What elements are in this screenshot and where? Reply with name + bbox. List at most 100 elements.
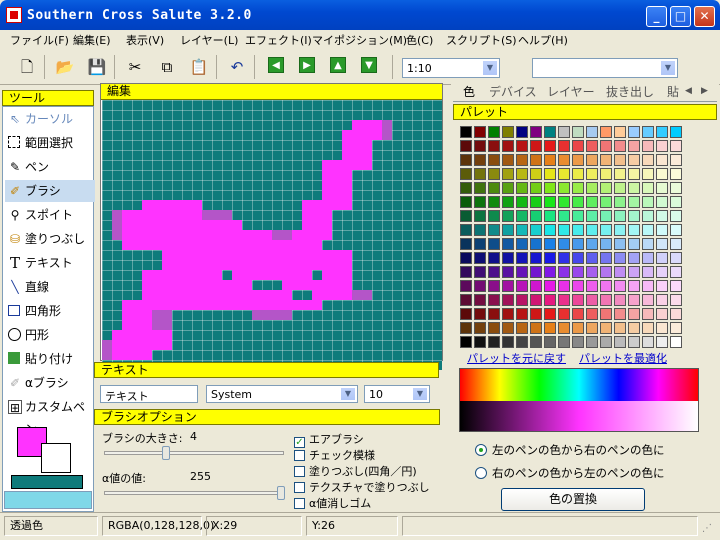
tool-line[interactable]: ╲ 直線	[5, 276, 95, 298]
palette-swatch[interactable]	[558, 182, 570, 194]
palette-swatch[interactable]	[516, 182, 528, 194]
palette-swatch[interactable]	[586, 182, 598, 194]
palette-swatch[interactable]	[600, 252, 612, 264]
palette-swatch[interactable]	[558, 126, 570, 138]
palette-swatch[interactable]	[628, 280, 640, 292]
palette-swatch[interactable]	[670, 238, 682, 250]
palette-swatch[interactable]	[572, 308, 584, 320]
palette-swatch[interactable]	[474, 238, 486, 250]
reset-palette-link[interactable]: パレットを元に戻す	[467, 350, 566, 366]
palette-swatch[interactable]	[516, 140, 528, 152]
palette-swatch[interactable]	[656, 168, 668, 180]
palette-swatch[interactable]	[544, 182, 556, 194]
palette-swatch[interactable]	[558, 336, 570, 348]
arrow-left-icon[interactable]: ◀	[268, 57, 284, 73]
palette-swatch[interactable]	[642, 238, 654, 250]
palette-swatch[interactable]	[544, 238, 556, 250]
palette-swatch[interactable]	[600, 140, 612, 152]
palette-swatch[interactable]	[516, 210, 528, 222]
palette-swatch[interactable]	[572, 336, 584, 348]
palette-swatch[interactable]	[628, 336, 640, 348]
palette-swatch[interactable]	[544, 280, 556, 292]
menu-color[interactable]: 色(C)	[406, 32, 433, 48]
open-folder-icon[interactable]: 📂	[54, 56, 76, 78]
title-bar[interactable]: Southern Cross Salute 3.2.0 _ □ ✕	[0, 0, 720, 30]
palette-swatch[interactable]	[460, 266, 472, 278]
palette-swatch[interactable]	[544, 308, 556, 320]
palette-swatch[interactable]	[474, 224, 486, 236]
palette-swatch[interactable]	[628, 196, 640, 208]
palette-swatch[interactable]	[502, 266, 514, 278]
palette-swatch[interactable]	[488, 126, 500, 138]
paste-icon[interactable]: 📋	[188, 56, 210, 78]
palette-swatch[interactable]	[614, 280, 626, 292]
alpha-slider-track[interactable]	[104, 486, 285, 500]
chevron-down-icon[interactable]: ▼	[340, 387, 356, 401]
palette-swatch[interactable]	[600, 322, 612, 334]
palette-swatch[interactable]	[586, 308, 598, 320]
palette-swatch[interactable]	[530, 196, 542, 208]
menu-edit[interactable]: 編集(E)	[73, 32, 111, 48]
palette-swatch[interactable]	[516, 294, 528, 306]
palette-swatch[interactable]	[628, 294, 640, 306]
palette-swatch[interactable]	[614, 322, 626, 334]
palette-swatch[interactable]	[628, 140, 640, 152]
palette-swatch[interactable]	[488, 154, 500, 166]
palette-swatch[interactable]	[670, 168, 682, 180]
tool-eyedropper[interactable]: ⚲ スポイト	[5, 204, 95, 226]
copy-icon[interactable]: ⧉	[156, 56, 178, 78]
radio-left-to-right[interactable]: 左のペンの色から右のペンの色に	[475, 442, 665, 458]
palette-swatch[interactable]	[600, 294, 612, 306]
palette-swatch[interactable]	[572, 238, 584, 250]
palette-swatch[interactable]	[572, 168, 584, 180]
palette-swatch[interactable]	[656, 182, 668, 194]
palette-swatch[interactable]	[502, 196, 514, 208]
palette-swatch[interactable]	[614, 308, 626, 320]
palette-swatch[interactable]	[642, 252, 654, 264]
palette-swatch[interactable]	[488, 140, 500, 152]
palette-swatch[interactable]	[460, 238, 472, 250]
palette-swatch[interactable]	[460, 182, 472, 194]
tool-pen[interactable]: ✎ ペン	[5, 156, 95, 178]
palette-swatch[interactable]	[628, 168, 640, 180]
palette-swatch[interactable]	[600, 280, 612, 292]
tool-cursor[interactable]: ⇖ カーソル	[5, 108, 95, 130]
palette-swatch[interactable]	[516, 280, 528, 292]
palette-swatch[interactable]	[670, 182, 682, 194]
palette-swatch[interactable]	[600, 224, 612, 236]
palette-swatch[interactable]	[614, 238, 626, 250]
palette-swatch[interactable]	[642, 336, 654, 348]
palette-swatch[interactable]	[544, 294, 556, 306]
palette-swatch[interactable]	[572, 294, 584, 306]
checker-pattern-checkbox[interactable]: チェック模様	[294, 447, 375, 463]
palette-swatch[interactable]	[656, 294, 668, 306]
palette-swatch[interactable]	[558, 238, 570, 250]
palette-swatch[interactable]	[614, 210, 626, 222]
palette-swatch[interactable]	[544, 140, 556, 152]
palette-swatch[interactable]	[460, 210, 472, 222]
palette-swatch[interactable]	[586, 280, 598, 292]
palette-swatch[interactable]	[642, 308, 654, 320]
palette-swatch[interactable]	[460, 168, 472, 180]
palette-swatch[interactable]	[586, 266, 598, 278]
palette-swatch[interactable]	[544, 168, 556, 180]
palette-swatch[interactable]	[474, 336, 486, 348]
palette-swatch[interactable]	[488, 238, 500, 250]
palette-swatch[interactable]	[656, 280, 668, 292]
palette-swatch[interactable]	[488, 168, 500, 180]
radio-right-to-left[interactable]: 右のペンの色から左のペンの色に	[475, 465, 665, 481]
palette-swatch[interactable]	[502, 154, 514, 166]
transparent-color-swatch[interactable]	[4, 491, 92, 509]
palette-swatch[interactable]	[586, 154, 598, 166]
palette-swatch[interactable]	[670, 154, 682, 166]
tab-color[interactable]: 色	[463, 83, 475, 100]
palette-swatch[interactable]	[614, 140, 626, 152]
palette-swatch[interactable]	[614, 266, 626, 278]
palette-swatch[interactable]	[558, 294, 570, 306]
pen-gradient-strip[interactable]	[460, 401, 698, 431]
palette-swatch[interactable]	[530, 182, 542, 194]
palette-swatch[interactable]	[586, 252, 598, 264]
palette-swatch[interactable]	[544, 210, 556, 222]
new-file-icon[interactable]: 🗋	[16, 56, 38, 78]
palette-swatch[interactable]	[572, 140, 584, 152]
